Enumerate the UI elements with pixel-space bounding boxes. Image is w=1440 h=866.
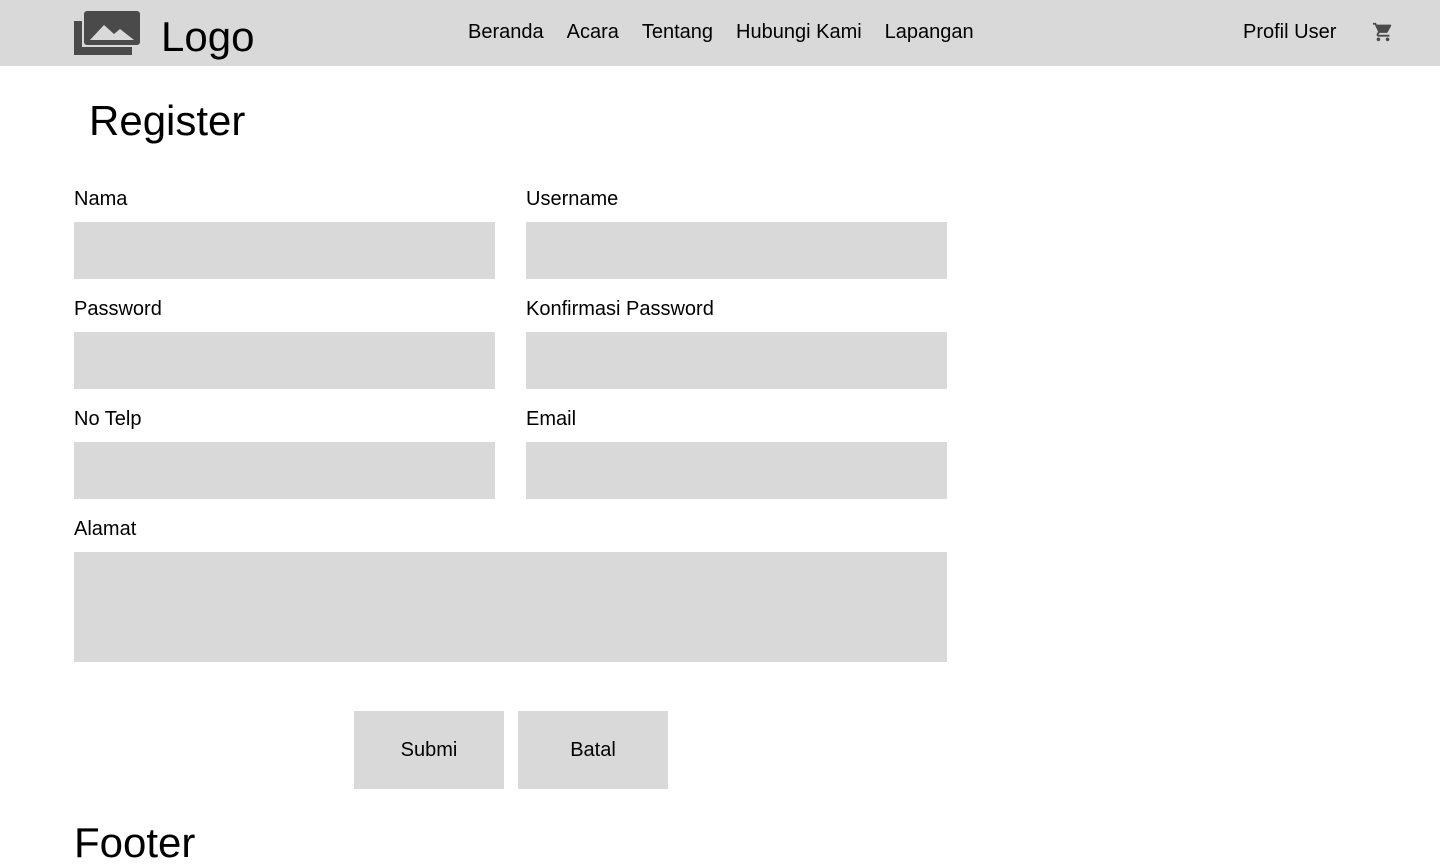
image-icon[interactable] [74,11,140,55]
password-label: Password [74,298,162,320]
nav-item-hubungi-kami[interactable]: Hubungi Kami [736,19,862,45]
no-telp-input[interactable] [74,442,495,499]
cancel-button[interactable]: Batal [518,711,668,789]
nama-label: Nama [74,188,128,210]
username-input[interactable] [526,222,947,279]
nav-item-acara[interactable]: Acara [567,19,619,45]
confirm-password-label: Konfirmasi Password [526,298,714,320]
username-label: Username [526,188,619,210]
no-telp-label: No Telp [74,408,142,430]
logo-text[interactable]: Logo [161,13,254,61]
register-page: Logo Beranda Acara Tentang Hubungi Kami … [0,0,1440,866]
top-navbar: Logo Beranda Acara Tentang Hubungi Kami … [0,0,1440,66]
nav-item-tentang[interactable]: Tentang [642,19,713,45]
nav-item-lapangan[interactable]: Lapangan [885,19,974,45]
nav-item-beranda[interactable]: Beranda [468,19,544,45]
nama-input[interactable] [74,222,495,279]
alamat-textarea[interactable] [74,552,947,662]
email-input[interactable] [526,442,947,499]
page-title: Register [89,97,246,144]
email-label: Email [526,408,577,430]
alamat-label: Alamat [74,518,137,540]
main-nav: Beranda Acara Tentang Hubungi Kami Lapan… [468,19,974,45]
profile-user-link[interactable]: Profil User [1243,19,1336,45]
shopping-cart-icon[interactable] [1372,21,1394,43]
password-input[interactable] [74,332,495,389]
footer-title: Footer [74,819,196,866]
confirm-password-input[interactable] [526,332,947,389]
submit-button[interactable]: Submi [354,711,504,789]
